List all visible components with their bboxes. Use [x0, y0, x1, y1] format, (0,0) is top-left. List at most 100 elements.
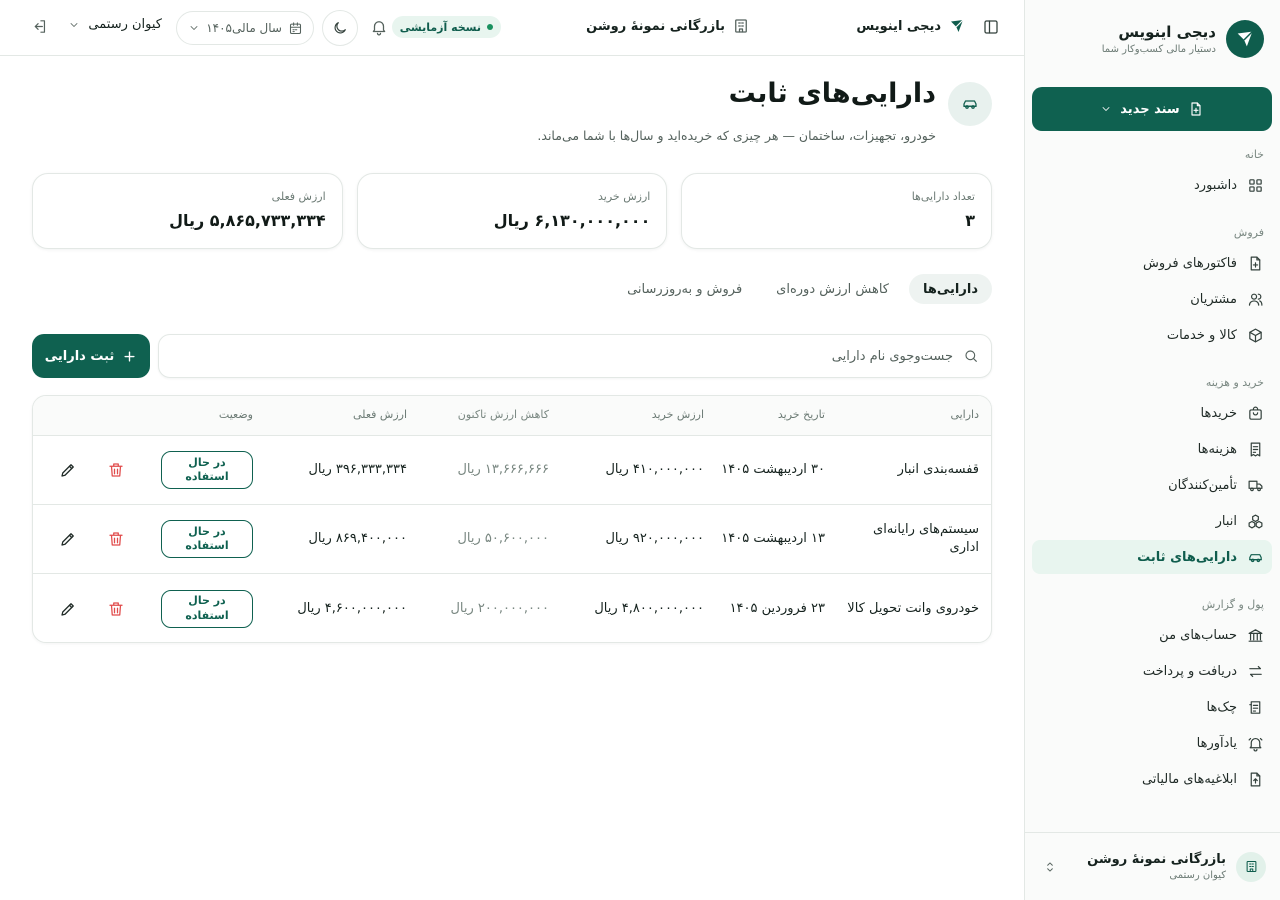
stats-cards: تعداد دارایی‌ها ۳ ارزش خرید ۶,۱۳۰,۰۰۰,۰۰…	[31, 173, 992, 249]
current-value: ۴,۶۰۰,۰۰۰,۰۰۰ ریال	[297, 600, 407, 616]
sidebar-item-suppliers[interactable]: تأمین‌کنندگان	[1032, 468, 1272, 502]
current-value: ۳۹۶,۳۳۳,۳۳۴ ریال	[308, 462, 407, 478]
fiscal-year-select[interactable]: سال مالی۱۴۰۵	[176, 11, 314, 45]
bell-icon[interactable]	[370, 18, 388, 36]
search-input[interactable]	[171, 348, 953, 364]
asset-name: قفسه‌بندی انبار	[897, 462, 979, 478]
current-value: ۸۶۹,۴۰۰,۰۰۰ ریال	[308, 531, 407, 547]
business-name: بازرگانی نمونهٔ روشن	[1087, 852, 1226, 867]
depreciation-value: ۵۰,۶۰۰,۰۰۰ ریال	[457, 531, 549, 547]
business-user: کیوان رستمی	[1169, 870, 1226, 881]
purchase-value: ۴۱۰,۰۰۰,۰۰۰ ریال	[605, 462, 704, 478]
chevron-up-down-icon	[1041, 860, 1057, 874]
file-arrow-icon	[1247, 771, 1264, 788]
status-badge: در حال استفاده	[161, 451, 253, 489]
sidebar-item-accounts[interactable]: حساب‌های من	[1032, 618, 1272, 652]
depreciation-value: ۲۰۰,۰۰۰,۰۰۰ ریال	[450, 600, 549, 616]
user-menu[interactable]: کیوان رستمی	[68, 17, 162, 32]
depreciation-value: ۱۳,۶۶۶,۶۶۶ ریال	[457, 462, 549, 478]
search-box	[158, 334, 992, 378]
table-row: سیستم‌های رایانه‌ای اداری ۱۳ اردیبهشت ۱۴…	[33, 505, 991, 574]
nav-section-home: خانه	[1244, 147, 1264, 161]
brand[interactable]: دیجی اینویس دستیار مالی کسب‌وکار شما	[1037, 18, 1264, 60]
purchase-value: ۹۲۰,۰۰۰,۰۰۰ ریال	[605, 531, 704, 547]
building-icon	[1236, 851, 1266, 882]
sidebar-item-cheques[interactable]: چک‌ها	[1032, 690, 1272, 724]
table-header: دارایی تاریخ خرید ارزش خرید کاهش ارزش تا…	[33, 396, 991, 436]
main-content: دارایی‌های ثابت خودرو، تجهیزات، ساختمان …	[0, 56, 1024, 900]
trash-icon[interactable]	[107, 600, 125, 618]
chevron-down-icon	[188, 22, 200, 34]
pencil-icon[interactable]	[59, 600, 77, 618]
add-asset-button[interactable]: ثبت دارایی	[32, 334, 150, 378]
plus-icon	[122, 349, 137, 364]
sidebar-item-label: داشبورد	[1194, 177, 1237, 193]
sidebar-item-purchases[interactable]: خریدها	[1032, 396, 1272, 430]
page-subtitle: خودرو، تجهیزات، ساختمان — هر چیزی که خری…	[537, 128, 936, 143]
fiscal-year-value: سال مالی۱۴۰۵	[206, 21, 282, 35]
top-header: دیجی اینویس بازرگانی نمونهٔ روشن نسخه آز…	[0, 0, 1024, 56]
sidebar-item-label: فاکتورهای فروش	[1143, 255, 1237, 271]
boxes-icon	[1247, 513, 1264, 530]
chevron-down-icon	[68, 19, 80, 31]
new-document-button[interactable]: سند جدید	[1032, 87, 1272, 131]
sidebar-nav: خانه داشبورد فروش فاکتورهای فروش مشتریان…	[1032, 140, 1272, 798]
sidebar-item-customers[interactable]: مشتریان	[1032, 282, 1272, 316]
purchase-date: ۲۳ فروردین ۱۴۰۵	[729, 600, 825, 616]
new-document-label: سند جدید	[1120, 101, 1180, 117]
trial-badge-label: نسخه آزمایشی	[399, 20, 481, 34]
purchase-date: ۱۳ اردیبهشت ۱۴۰۵	[721, 531, 825, 547]
tab-assets[interactable]: دارایی‌ها	[909, 274, 992, 304]
sidebar-item-products[interactable]: کالا و خدمات	[1032, 318, 1272, 352]
col-depreciation: کاهش ارزش تاکنون	[457, 408, 549, 422]
sidebar-item-tax-notices[interactable]: ابلاغیه‌های مالیاتی	[1032, 762, 1272, 796]
assets-table: دارایی تاریخ خرید ارزش خرید کاهش ارزش تا…	[32, 395, 992, 643]
nav-section-sales: فروش	[1233, 225, 1264, 239]
stat-label: تعداد دارایی‌ها	[911, 190, 975, 203]
sidebar-item-label: یادآورها	[1196, 735, 1237, 751]
sidebar-item-warehouse[interactable]: انبار	[1032, 504, 1272, 538]
header-business[interactable]: بازرگانی نمونهٔ روشن	[586, 17, 750, 35]
trash-icon[interactable]	[107, 461, 125, 479]
table-row: قفسه‌بندی انبار ۳۰ اردیبهشت ۱۴۰۵ ۴۱۰,۰۰۰…	[33, 436, 991, 505]
sidebar-item-label: چک‌ها	[1206, 699, 1238, 715]
sidebar-item-label: ابلاغیه‌های مالیاتی	[1141, 771, 1237, 787]
arrows-exchange-icon	[1247, 663, 1264, 680]
tab-depreciation[interactable]: کاهش ارزش دوره‌ای	[762, 274, 903, 304]
col-asset: دارایی	[950, 408, 979, 422]
stat-label: ارزش خرید	[598, 190, 651, 203]
receipt-icon	[1247, 441, 1264, 458]
sidebar-toggle-icon[interactable]	[982, 18, 1000, 36]
header-app-name: دیجی اینویس	[856, 18, 941, 34]
sidebar-item-label: دریافت و پرداخت	[1142, 663, 1237, 679]
col-purchase-date: تاریخ خرید	[777, 408, 825, 422]
tab-sell-update[interactable]: فروش و به‌روزرسانی	[613, 274, 756, 304]
page-title: دارایی‌های ثابت	[728, 78, 936, 109]
col-current-value: ارزش فعلی	[353, 408, 407, 422]
sidebar-item-sales-invoices[interactable]: فاکتورهای فروش	[1032, 246, 1272, 280]
sidebar-item-receive-pay[interactable]: دریافت و پرداخت	[1032, 654, 1272, 688]
nav-section-purchase: خرید و هزینه	[1205, 375, 1264, 389]
pencil-icon[interactable]	[59, 530, 77, 548]
col-purchase-value: ارزش خرید	[651, 408, 704, 422]
business-switcher[interactable]: بازرگانی نمونهٔ روشن کیوان رستمی	[1025, 832, 1280, 900]
sidebar-item-label: تأمین‌کنندگان	[1168, 477, 1237, 493]
sidebar-item-dashboard[interactable]: داشبورد	[1032, 168, 1272, 202]
sidebar-item-reminders[interactable]: یادآورها	[1032, 726, 1272, 760]
pencil-icon[interactable]	[59, 461, 77, 479]
sidebar-item-expenses[interactable]: هزینه‌ها	[1032, 432, 1272, 466]
stat-value: ۳	[965, 211, 975, 230]
cheque-icon	[1247, 699, 1264, 716]
theme-toggle-button[interactable]	[322, 10, 358, 46]
trash-icon[interactable]	[107, 530, 125, 548]
grid-icon	[1247, 177, 1264, 194]
logout-icon[interactable]	[31, 18, 48, 35]
sidebar-item-fixed-assets[interactable]: دارایی‌های ثابت	[1032, 540, 1272, 574]
sidebar: دیجی اینویس دستیار مالی کسب‌وکار شما سند…	[1024, 0, 1280, 900]
header-app[interactable]: دیجی اینویس	[856, 17, 966, 35]
building-icon	[732, 17, 750, 35]
sidebar-item-label: خریدها	[1200, 405, 1237, 421]
users-icon	[1247, 291, 1264, 308]
sidebar-item-label: کالا و خدمات	[1166, 327, 1237, 343]
brand-name: دیجی اینویس	[1118, 23, 1216, 41]
